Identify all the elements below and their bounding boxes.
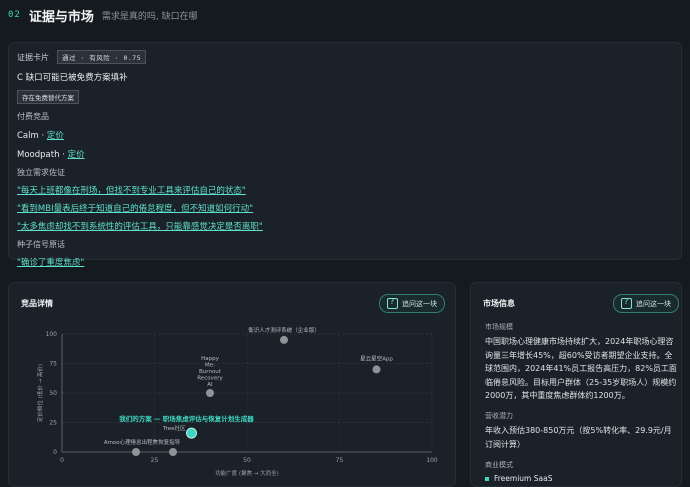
ask-more-button[interactable]: 追问这一块 (613, 294, 679, 313)
x-tick-label: 100 (426, 457, 438, 464)
evidence-card-label: 证据卡片 (17, 52, 49, 62)
data-point-label: 星云星空App (360, 354, 393, 362)
y-tick-label: 75 (49, 361, 57, 368)
competitor-scatter-chart: 00 25 25 50 50 75 75 100 100 功能广度 (聚焦 → 大而全) 定价档位 … (36, 326, 438, 477)
data-point (206, 389, 214, 397)
business-model-value: Freemium SaaS (494, 474, 553, 483)
y-tick-label: 0 (53, 449, 57, 456)
section-subtitle: 需求是真的吗, 缺口在哪 (101, 11, 198, 22)
data-point (372, 365, 381, 374)
data-point-label: 衡识人才测评系统（企业版） (248, 326, 320, 334)
y-tick-label: 100 (46, 331, 58, 338)
data-point (280, 335, 288, 344)
competitor-name: Moodpath (17, 150, 60, 160)
ask-more-label: 追问这一块 (402, 299, 437, 308)
data-point-label: Happy Me: Burnout Recovery AI (197, 356, 223, 388)
question-icon (621, 297, 632, 309)
x-tick-label: 50 (243, 457, 251, 464)
competitor-name: Calm (17, 131, 39, 141)
business-model-item: Freemium SaaS (485, 474, 552, 483)
evidence-card: 证据卡片 通过 · 有风险 · 0.75 C 缺口可能已被免费方案填补 存在免费… (8, 42, 682, 268)
y-axis-label: 定价档位 (低价 → 高价) (36, 364, 44, 422)
seed-quote-link[interactable]: "确诊了重度焦虑" (17, 256, 673, 268)
bullet-icon (485, 476, 489, 481)
free-alternative-badge: 存在免费替代方案 (17, 90, 79, 104)
competition-title: 竞品详情 (21, 299, 53, 308)
business-model-label: 商业模式 (485, 461, 513, 469)
ask-more-label: 追问这一块 (636, 299, 671, 308)
x-tick-label: 75 (336, 457, 344, 464)
evidence-summary: C 缺口可能已被免费方案填补 (17, 73, 128, 83)
verdict-badge: 通过 · 有风险 · 0.75 (57, 50, 147, 64)
market-card: 市场信息 追问这一块 市场规模 中国职场心理健康市场持续扩大，2024年职场心理… (470, 282, 682, 487)
section-number: 02 (8, 10, 21, 20)
market-title: 市场信息 (483, 299, 515, 308)
evidence-quote-link[interactable]: "每天上班都像在刑场，但找不到专业工具来评估自己的状态" (17, 184, 673, 196)
independent-evidence-label: 独立需求佐证 (17, 168, 65, 177)
x-tick-label: 25 (151, 457, 159, 464)
revenue-text: 年收入预估380-850万元（按5%转化率、29.9元/月订阅计算） (485, 426, 672, 449)
data-point-label: Amoo心理倦怠出程焦恢复指导 (104, 438, 181, 446)
x-axis-label: 功能广度 (聚焦 → 大而全) (215, 469, 279, 477)
data-point-label: Tree社区 (162, 424, 186, 432)
x-tick-label: 0 (60, 457, 64, 464)
y-tick-label: 25 (49, 420, 57, 427)
market-size-label: 市场规模 (485, 323, 513, 331)
pricing-link-moodpath[interactable]: 定价 (68, 150, 85, 160)
data-point (169, 448, 177, 456)
y-tick-label: 50 (49, 390, 57, 397)
seed-signal-label: 种子信号原话 (17, 240, 65, 249)
separator: · (59, 150, 68, 160)
question-icon (387, 297, 398, 309)
paid-competitor-moodpath: Moodpath · 定价 (17, 148, 673, 160)
paid-competitor-calm: Calm · 定价 (17, 129, 673, 141)
competition-card: 竞品详情 追问这一块 00 25 25 50 50 75 75 100 100 功能广度 (聚焦 … (8, 282, 456, 487)
ask-more-button[interactable]: 追问这一块 (379, 294, 445, 313)
separator: · (38, 131, 47, 141)
our-product-annotation: 我们的方案 — 职场焦虑评估与恢复计划生成器 (119, 414, 254, 423)
evidence-quote-link[interactable]: "太多焦虑却找不到系统性的评估工具，只能靠感觉决定是否离职" (17, 220, 673, 232)
pricing-link-calm[interactable]: 定价 (47, 131, 64, 141)
market-size-text: 中国职场心理健康市场持续扩大，2024年职场心理咨询量三年增长45%，超60%受… (485, 337, 677, 400)
evidence-quote-link[interactable]: "看到MBI量表后终于知道自己的倦怠程度，但不知道如何行动" (17, 202, 673, 214)
section-header: 02 证据与市场 需求是真的吗, 缺口在哪 (8, 6, 198, 25)
data-point (132, 448, 140, 456)
paid-competitors-label: 付费竞品 (17, 112, 49, 121)
highlight-data-point (186, 427, 197, 439)
revenue-label: 营收潜力 (485, 412, 513, 420)
section-title: 证据与市场 (28, 9, 94, 25)
